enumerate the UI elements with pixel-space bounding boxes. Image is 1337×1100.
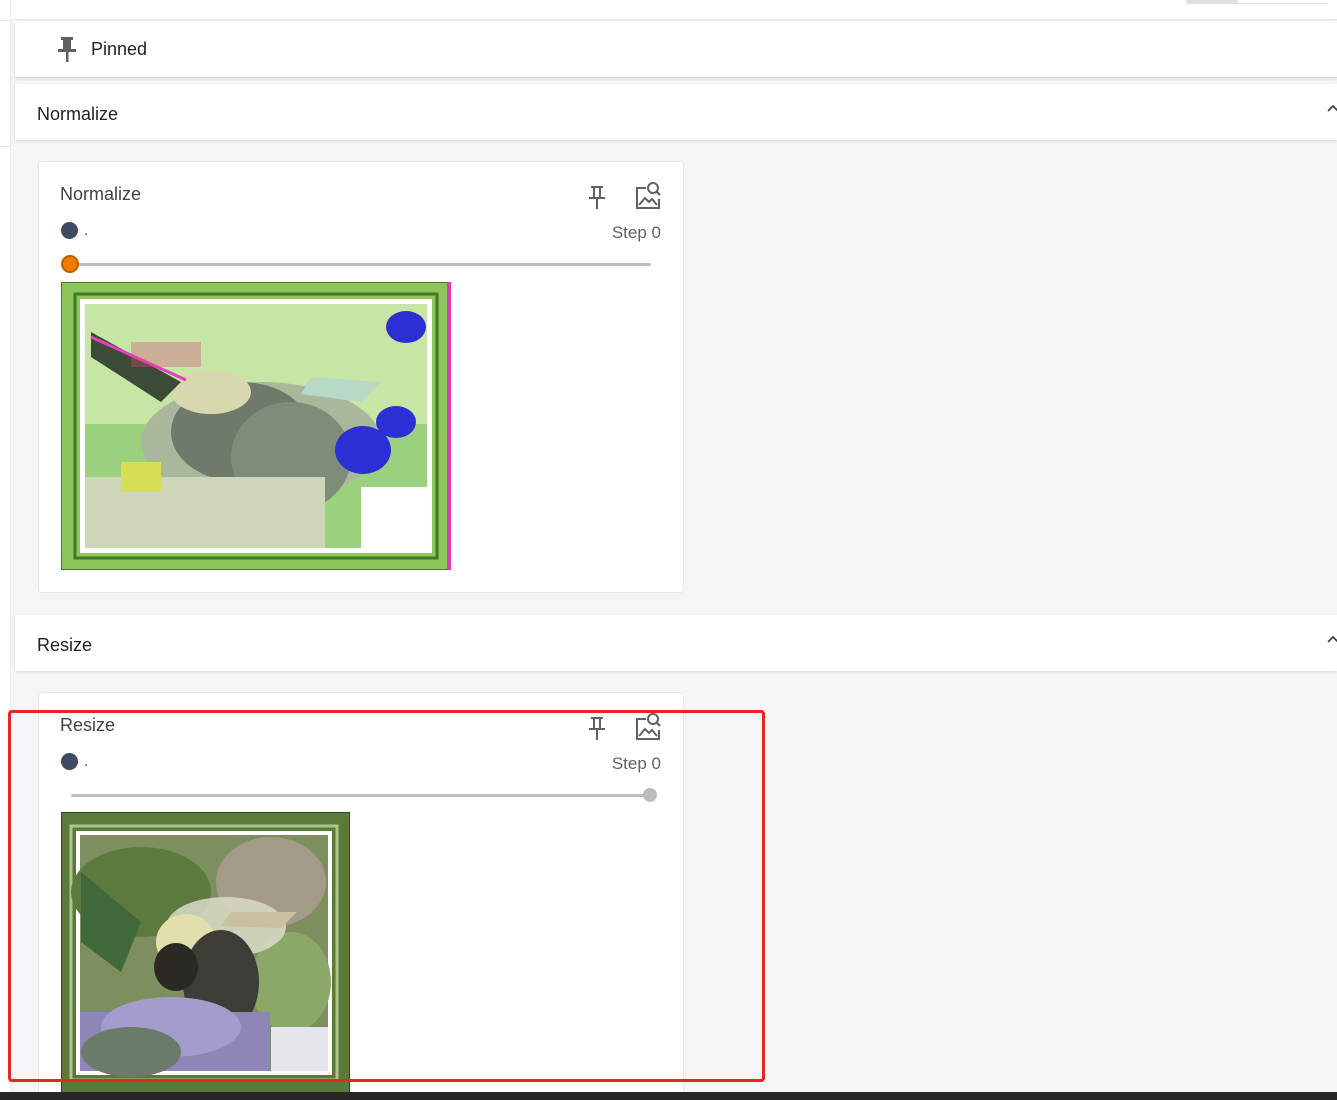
bottom-bar [0,1092,1337,1100]
image-card-resize: Resize . Step 0 [38,692,684,1100]
step-label: Step 0 [611,754,661,773]
run-name: . [84,753,89,770]
left-edge-panel [0,0,11,1100]
step-label: Step 0 [611,223,661,242]
pin-icon[interactable] [587,715,607,741]
section-title: Normalize [37,104,119,124]
chevron-up-icon[interactable] [1327,102,1337,114]
step-slider-track[interactable] [71,263,651,266]
bee-normalized-image [61,282,451,570]
divider [0,146,11,147]
bee-resized-image [61,812,350,1100]
pin-icon [58,37,76,62]
section-header-normalize[interactable]: Normalize [15,84,1337,140]
step-slider-track[interactable] [71,794,651,797]
run-color-dot [61,753,78,770]
step-slider-thumb[interactable] [643,788,657,802]
pinned-section-header[interactable]: Pinned [15,21,1337,78]
card-title: Normalize [60,184,142,204]
pinned-label: Pinned [91,39,148,59]
run-name: . [84,222,89,239]
run-color-dot [61,222,78,239]
image-search-icon[interactable] [633,711,663,743]
divider [0,20,11,21]
section-title: Resize [37,635,93,655]
tab-indicator-secondary[interactable] [1238,0,1328,4]
chevron-up-icon[interactable] [1327,633,1337,645]
card-title: Resize [60,715,116,735]
step-slider-thumb[interactable] [61,255,79,273]
pin-icon[interactable] [587,184,607,210]
section-header-resize[interactable]: Resize [15,615,1337,671]
image-card-normalize: Normalize . Step 0 [38,161,684,593]
image-search-icon[interactable] [633,180,663,212]
tab-indicator[interactable] [1186,0,1238,4]
top-toolbar-strip [0,0,1337,20]
